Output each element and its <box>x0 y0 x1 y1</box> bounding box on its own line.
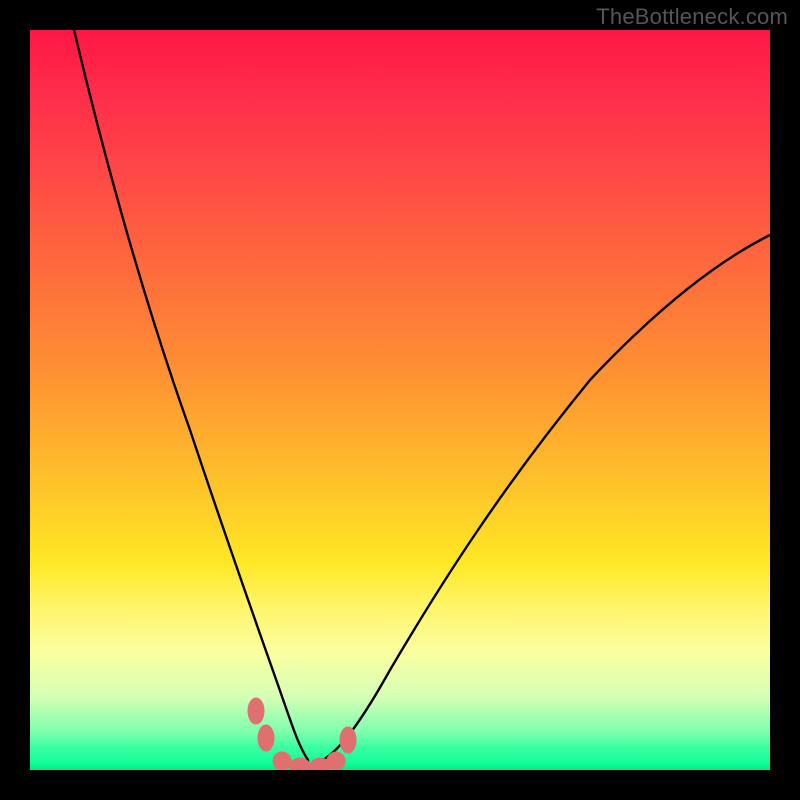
watermark-label: TheBottleneck.com <box>596 4 788 30</box>
marker-dot <box>248 698 264 724</box>
chart-frame: TheBottleneck.com <box>0 0 800 800</box>
marker-dot <box>327 752 345 770</box>
marker-dot <box>290 758 310 770</box>
marker-group <box>248 698 356 770</box>
marker-dot <box>258 725 274 751</box>
curve-layer <box>30 30 770 770</box>
marker-dot <box>340 727 356 753</box>
curve-right <box>308 235 770 766</box>
plot-area <box>30 30 770 770</box>
marker-dot <box>273 752 291 770</box>
curve-left <box>74 30 308 766</box>
